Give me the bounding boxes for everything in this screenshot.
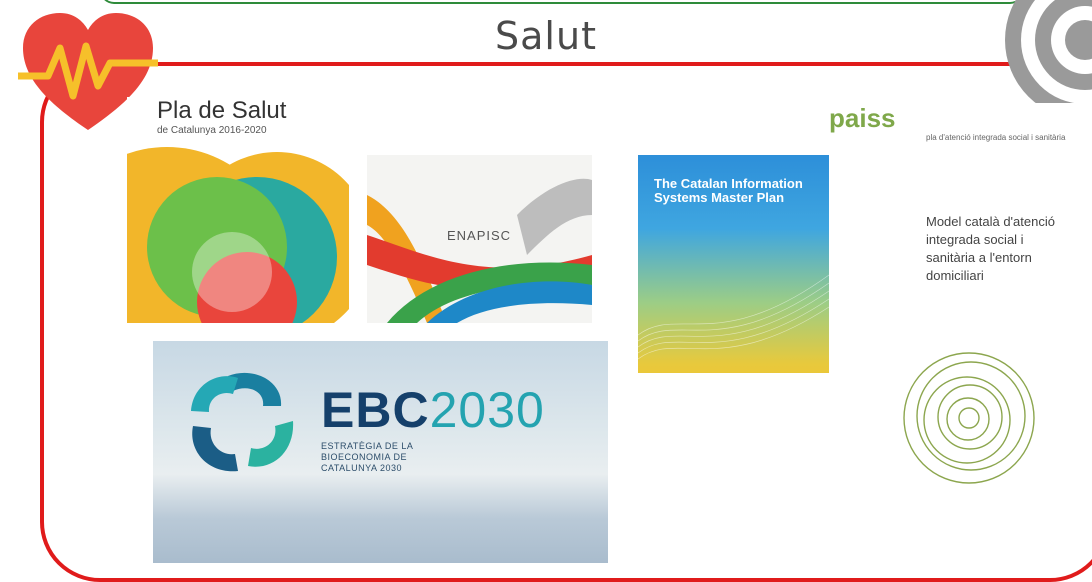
card-footer [638, 373, 829, 401]
enapisc-card[interactable]: ENAPISC [367, 155, 592, 323]
page-title: Salut [495, 14, 597, 58]
card-title: ENAPISC [447, 228, 512, 243]
card-subtitle: pla d'atenció integrada social i sanitàr… [926, 133, 1066, 142]
card-title: Model català d'atenció integrada social … [926, 214, 1055, 283]
card-subtitle: ESTRATÈGIA DE LA BIOECONOMIA DE CATALUNY… [321, 441, 413, 473]
top-border [100, 0, 1024, 4]
catalan-is-card[interactable]: The Catalan Information Systems Master P… [638, 155, 829, 401]
card-subtitle: de Catalunya 2016-2020 [157, 125, 267, 136]
ebc-logo-icon [191, 372, 294, 472]
paiss-card[interactable]: paiss pla d'atenció integrada social i s… [829, 103, 1092, 533]
spiral-graphic [903, 352, 1035, 484]
card-title: Pla de Salut [157, 97, 287, 124]
logo-year: 2030 [429, 382, 545, 438]
ebc-logo-text: EBC2030 [321, 381, 545, 439]
pla-salut-card[interactable]: Pla de Salut de Catalunya 2016-2020 [127, 97, 349, 323]
target-icon [1005, 0, 1092, 120]
ebc2030-card[interactable]: EBC2030 ESTRATÈGIA DE LA BIOECONOMIA DE … [153, 341, 608, 563]
paiss-logo: paiss [829, 103, 896, 133]
logo-main: EBC [321, 382, 430, 438]
card-title: The Catalan Information Systems Master P… [654, 176, 803, 205]
